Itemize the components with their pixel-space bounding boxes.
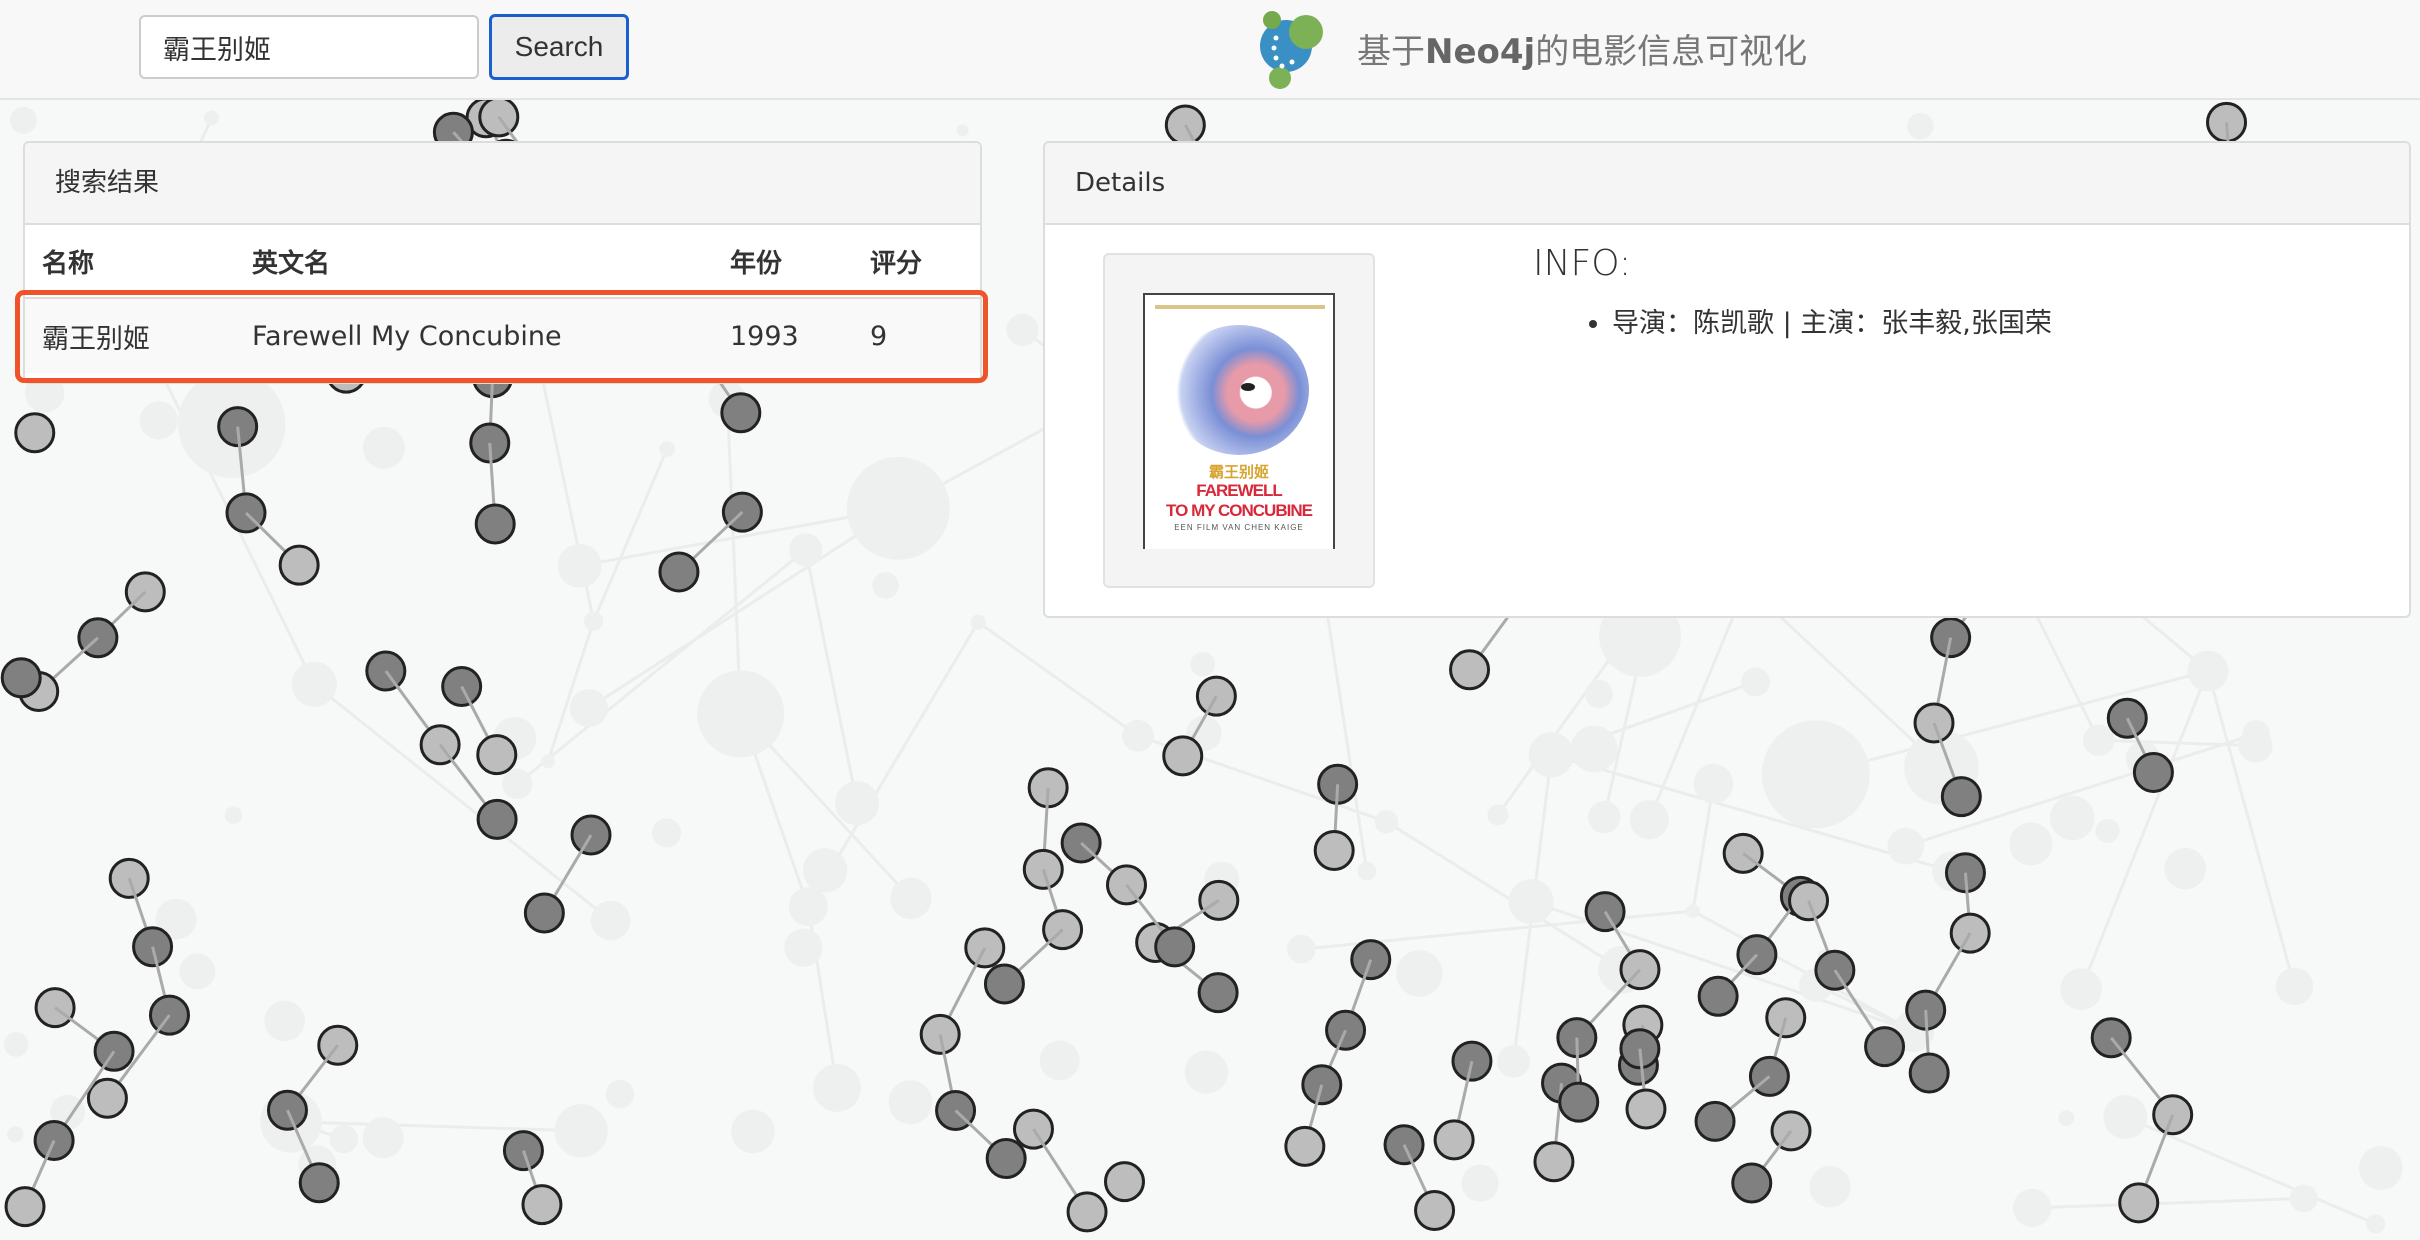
graph-node [1162,735,1204,777]
neo4j-logo-icon [1260,11,1323,89]
graph-node [2132,751,2174,793]
graph-node [298,1162,340,1204]
search-input[interactable] [139,15,479,79]
graph-node [1284,1125,1326,1167]
search-results-panel: 搜索结果 名称 英文名 年份 评分 霸王别姬 Farewell My Concu… [23,141,982,384]
graph-node [1154,926,1196,968]
column-header-rating: 评分 [870,248,923,279]
graph-node [14,412,56,454]
graph-node [1433,1119,1475,1161]
graph-node [521,1184,563,1226]
graph-node [1625,1088,1667,1130]
table-row[interactable]: 霸王别姬 Farewell My Concubine 1993 9 [25,297,980,373]
table-header-row: 名称 英文名 年份 评分 [25,225,980,298]
graph-node [1533,1141,1575,1183]
graph-node [1197,972,1239,1014]
graph-node [1908,1052,1950,1094]
column-header-english: 英文名 [252,248,331,279]
graph-node [476,734,518,776]
graph-node [474,503,516,545]
graph-node [1558,1081,1600,1123]
graph-node [1066,1191,1108,1233]
results-heading: 搜索结果 [25,143,980,225]
details-heading: Details [1045,143,2409,225]
graph-node [148,994,190,1036]
graph-node [1731,1162,1773,1204]
top-navbar: Search 基于Neo4j的电影信息可视化 [0,0,2420,100]
graph-node [93,1030,135,1072]
cell-name[interactable]: 霸王别姬 [25,297,235,373]
column-header-name: 名称 [42,248,95,279]
movie-poster: 霸王别姬 FAREWELL TO MY CONCUBINE EEN FILM VA… [1143,293,1335,549]
graph-node [0,657,42,699]
info-title: INFO: [1533,243,1632,284]
cell-english[interactable]: Farewell My Concubine [235,297,713,373]
poster-title-en: FAREWELL TO MY CONCUBINE [1166,481,1313,520]
cell-year[interactable]: 1993 [713,297,853,373]
graph-node [1864,1026,1906,1068]
graph-node [1103,1161,1145,1203]
graph-node [1697,975,1739,1017]
results-table: 名称 英文名 年份 评分 霸王别姬 Farewell My Concubine … [25,225,980,373]
graph-node [983,963,1025,1005]
graph-node [1449,649,1491,691]
details-panel: Details 霸王别姬 FAREWELL TO MY CONCUBINE EEN… [1043,141,2411,618]
info-item: 导演：陈凯歌 | 主演：张丰毅,张国荣 [1612,303,2052,345]
poster-title-cn: 霸王别姬 [1208,464,1269,481]
graph-node [658,551,700,593]
graph-node [278,544,320,586]
app-title: 基于Neo4j的电影信息可视化 [1357,32,1808,72]
column-header-year: 年份 [730,248,783,279]
graph-node [985,1137,1027,1179]
graph-node [1313,830,1355,872]
search-button[interactable]: Search [489,14,629,80]
info-list: 导演：陈凯歌 | 主演：张丰毅,张国荣 [1570,303,2052,345]
graph-node [86,1077,128,1119]
graph-node [523,892,565,934]
graph-node [720,392,762,434]
graph-node [1940,776,1982,818]
graph-node [1694,1100,1736,1142]
graph-node [2118,1182,2160,1224]
cell-rating[interactable]: 9 [853,297,980,373]
poster-subtitle: EEN FILM VAN CHEN KAIGE [1174,523,1304,532]
poster-thumbnail: 霸王别姬 FAREWELL TO MY CONCUBINE EEN FILM VA… [1103,253,1375,588]
graph-node [476,798,518,840]
graph-node [4,1186,46,1228]
graph-node [1414,1189,1456,1231]
